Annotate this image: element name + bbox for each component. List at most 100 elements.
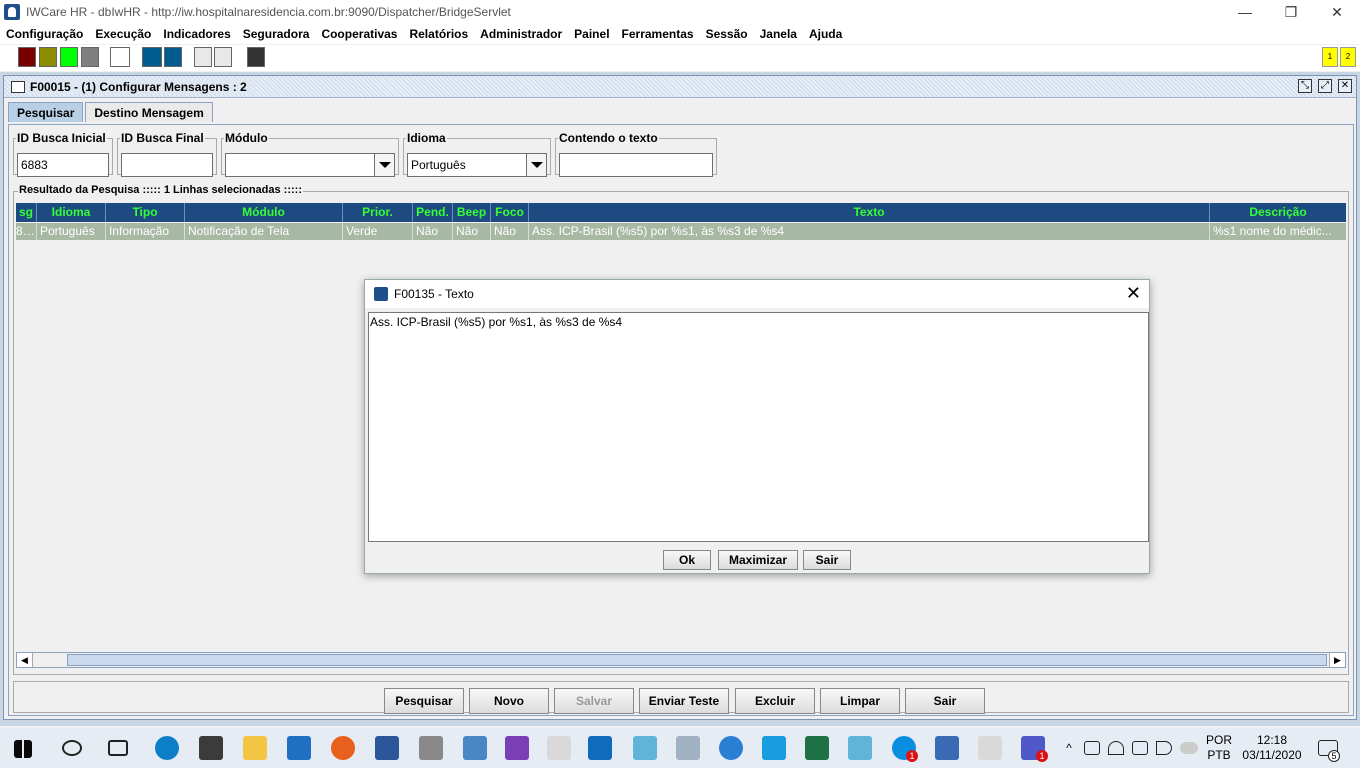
menu-seguradora[interactable]: Seguradora — [243, 27, 310, 41]
mail-icon[interactable] — [287, 736, 311, 760]
menu-painel[interactable]: Painel — [574, 27, 609, 41]
visual-studio-icon[interactable] — [505, 736, 529, 760]
col-header-descricao[interactable]: Descrição — [1210, 203, 1346, 222]
cell-beep[interactable]: Não — [453, 223, 491, 240]
cell-sg[interactable]: 883 — [16, 223, 37, 240]
cell-tipo[interactable]: Informação — [106, 223, 185, 240]
chevron-up-icon[interactable]: ^ — [1062, 728, 1076, 768]
chevron-down-icon[interactable] — [526, 154, 546, 176]
cell-foco[interactable]: Não — [491, 223, 529, 240]
menu-sessao[interactable]: Sessão — [706, 27, 748, 41]
toolbar-color-button[interactable] — [60, 47, 78, 67]
table-row[interactable]: 883 Português Informação Notificação de … — [16, 223, 1346, 240]
app-icon[interactable] — [762, 736, 786, 760]
cell-texto[interactable]: Ass. ICP-Brasil (%s5) por %s1, às %s3 de… — [529, 223, 1210, 240]
tray-icon[interactable] — [1084, 741, 1100, 755]
windows-start-icon[interactable] — [14, 740, 32, 758]
cell-modulo[interactable]: Notificação de Tela — [185, 223, 343, 240]
maximizar-button[interactable]: Maximizar — [718, 550, 798, 570]
scroll-thumb[interactable] — [67, 654, 1327, 666]
volume-icon[interactable] — [1156, 741, 1172, 755]
limpar-button[interactable]: Limpar — [820, 688, 900, 714]
cell-prior[interactable]: Verde — [343, 223, 413, 240]
badge-1[interactable]: 1 — [1322, 47, 1338, 67]
menu-administrador[interactable]: Administrador — [480, 27, 562, 41]
wifi-icon[interactable] — [1108, 741, 1124, 755]
contendo-input[interactable] — [559, 153, 713, 177]
edge-icon[interactable] — [155, 736, 179, 760]
firefox-icon[interactable] — [331, 736, 355, 760]
toolbar-color-button[interactable] — [18, 47, 36, 67]
toolbar-color-button[interactable] — [39, 47, 57, 67]
task-view-icon[interactable] — [108, 740, 128, 756]
sair-button[interactable]: Sair — [905, 688, 985, 714]
badge-2[interactable]: 2 — [1340, 47, 1356, 67]
id-final-input[interactable] — [121, 153, 213, 177]
language-indicator[interactable]: POR PTB — [1204, 728, 1234, 768]
col-header-pend[interactable]: Pend. — [413, 203, 453, 222]
novo-button[interactable]: Novo — [469, 688, 549, 714]
col-header-texto[interactable]: Texto — [529, 203, 1210, 222]
word-icon[interactable] — [375, 736, 399, 760]
virtualbox-icon[interactable] — [463, 736, 487, 760]
toolbar-color-button[interactable] — [110, 47, 130, 67]
enviar-teste-button[interactable]: Enviar Teste — [639, 688, 729, 714]
app-icon[interactable] — [848, 736, 872, 760]
excluir-button[interactable]: Excluir — [735, 688, 815, 714]
cell-idioma[interactable]: Português — [37, 223, 106, 240]
menu-execucao[interactable]: Execução — [95, 27, 151, 41]
toolbar-color-button[interactable] — [247, 47, 265, 67]
tab-pesquisar[interactable]: Pesquisar — [8, 102, 84, 122]
idioma-select[interactable]: Português — [407, 153, 547, 177]
chevron-down-icon[interactable] — [374, 154, 394, 176]
onedrive-icon[interactable] — [1180, 742, 1198, 754]
id-inicial-input[interactable]: 6883 — [17, 153, 109, 177]
tree-icon[interactable] — [194, 47, 212, 67]
salvar-button[interactable]: Salvar — [554, 688, 634, 714]
app-icon[interactable] — [935, 736, 959, 760]
dialog-text-area[interactable]: Ass. ICP-Brasil (%s5) por %s1, às %s3 de… — [368, 312, 1149, 542]
tab-destino-mensagem[interactable]: Destino Mensagem — [85, 102, 213, 122]
restore-button[interactable]: ❐ — [1268, 0, 1314, 24]
window-list-icon[interactable] — [214, 47, 232, 67]
col-header-tipo[interactable]: Tipo — [106, 203, 185, 222]
app-icon[interactable] — [633, 736, 657, 760]
network-tool-icon[interactable] — [419, 736, 443, 760]
frame-maximize-icon[interactable]: ⤢ — [1318, 79, 1332, 93]
cell-pend[interactable]: Não — [413, 223, 453, 240]
col-header-modulo[interactable]: Módulo — [185, 203, 343, 222]
ok-button[interactable]: Ok — [663, 550, 711, 570]
clock[interactable]: 12:18 03/11/2020 — [1240, 728, 1304, 768]
col-header-prior[interactable]: Prior. — [343, 203, 413, 222]
minimize-button[interactable]: — — [1222, 0, 1268, 24]
store-icon[interactable] — [199, 736, 223, 760]
outlook-icon[interactable] — [588, 736, 612, 760]
close-button[interactable]: ✕ — [1314, 0, 1360, 24]
frame-iconify-icon[interactable]: ⤡ — [1298, 79, 1312, 93]
col-header-beep[interactable]: Beep — [453, 203, 491, 222]
toolbar-color-button[interactable] — [81, 47, 99, 67]
dialog-sair-button[interactable]: Sair — [803, 550, 851, 570]
frame-close-icon[interactable]: ✕ — [1338, 79, 1352, 93]
col-header-sg[interactable]: sg — [16, 203, 37, 222]
excel-icon[interactable] — [805, 736, 829, 760]
menu-ferramentas[interactable]: Ferramentas — [622, 27, 694, 41]
modulo-select[interactable] — [225, 153, 395, 177]
menu-configuracao[interactable]: Configuração — [6, 27, 83, 41]
cell-descricao[interactable]: %s1 nome do médic... — [1210, 223, 1346, 240]
java-icon[interactable] — [547, 736, 571, 760]
network-icon[interactable] — [1132, 741, 1148, 755]
toolbar-color-button[interactable] — [142, 47, 162, 67]
file-explorer-icon[interactable] — [243, 736, 267, 760]
pesquisar-button[interactable]: Pesquisar — [384, 688, 464, 714]
menu-ajuda[interactable]: Ajuda — [809, 27, 842, 41]
menu-cooperativas[interactable]: Cooperativas — [321, 27, 397, 41]
java-icon[interactable] — [978, 736, 1002, 760]
search-icon[interactable] — [62, 740, 82, 756]
internet-explorer-icon[interactable] — [719, 736, 743, 760]
menu-indicadores[interactable]: Indicadores — [163, 27, 230, 41]
menu-relatorios[interactable]: Relatórios — [409, 27, 468, 41]
scroll-left-icon[interactable]: ◀ — [17, 653, 33, 667]
menu-janela[interactable]: Janela — [760, 27, 797, 41]
col-header-idioma[interactable]: Idioma — [37, 203, 106, 222]
